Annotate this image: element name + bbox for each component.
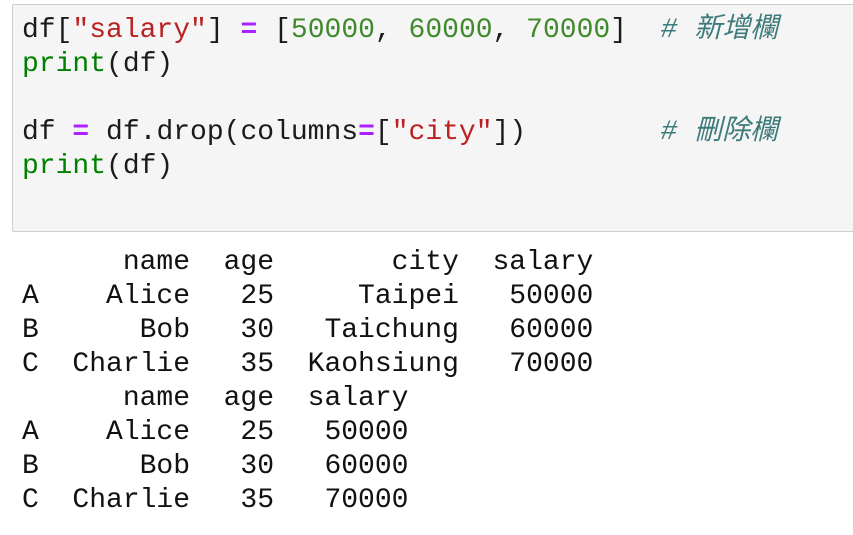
code-builtin: print <box>22 151 107 182</box>
code-token: ]) <box>492 117 527 148</box>
code-token: df.drop(columns <box>106 117 359 148</box>
code-operator: = <box>240 15 258 46</box>
cell-output: name age city salary A Alice 25 Taipei 50… <box>22 246 593 518</box>
code-operator: = <box>358 117 375 148</box>
code-token: (df) <box>106 49 174 80</box>
output-table1-row: B Bob 30 Taichung 60000 <box>22 315 594 346</box>
output-table1-row: C Charlie 35 Kaohsiung 70000 <box>22 349 594 380</box>
output-table2-row: A Alice 25 50000 <box>22 417 409 448</box>
code-line-4: df = df.drop(columns=["city"]) # 刪除欄 <box>22 116 778 150</box>
code-token: ] <box>610 15 627 46</box>
output-table2-row: B Bob 30 60000 <box>22 451 409 482</box>
code-string: "salary" <box>72 15 207 46</box>
code-number: 70000 <box>526 15 611 46</box>
code-number: 50000 <box>290 15 375 46</box>
code-token: [ <box>374 117 392 148</box>
code-line-1: df["salary"] = [50000, 60000, 70000] # 新… <box>22 15 779 46</box>
output-table1-header: name age city salary <box>22 247 594 278</box>
code-token: df <box>22 15 56 46</box>
code-operator: = <box>72 117 90 148</box>
code-token: df <box>22 117 56 148</box>
code-string: "city" <box>391 117 493 148</box>
code-token: ] <box>206 15 224 46</box>
output-table2-row: C Charlie 35 70000 <box>22 485 409 516</box>
output-table2-header: name age salary <box>22 383 409 414</box>
code-token: [ <box>274 15 291 46</box>
code-comment: # 新增欄 <box>660 15 779 46</box>
code-number: 60000 <box>408 15 493 46</box>
code-builtin: print <box>22 49 107 80</box>
code-line-5: print(df) <box>22 150 778 184</box>
output-table1-row: A Alice 25 Taipei 50000 <box>22 281 594 312</box>
code-line-2: print(df) <box>22 48 778 82</box>
code-token: (df) <box>106 151 174 182</box>
code-editor[interactable]: df["salary"] = [50000, 60000, 70000] # 新… <box>22 14 778 184</box>
code-comment: # 刪除欄 <box>660 117 779 148</box>
code-token: [ <box>55 15 73 46</box>
